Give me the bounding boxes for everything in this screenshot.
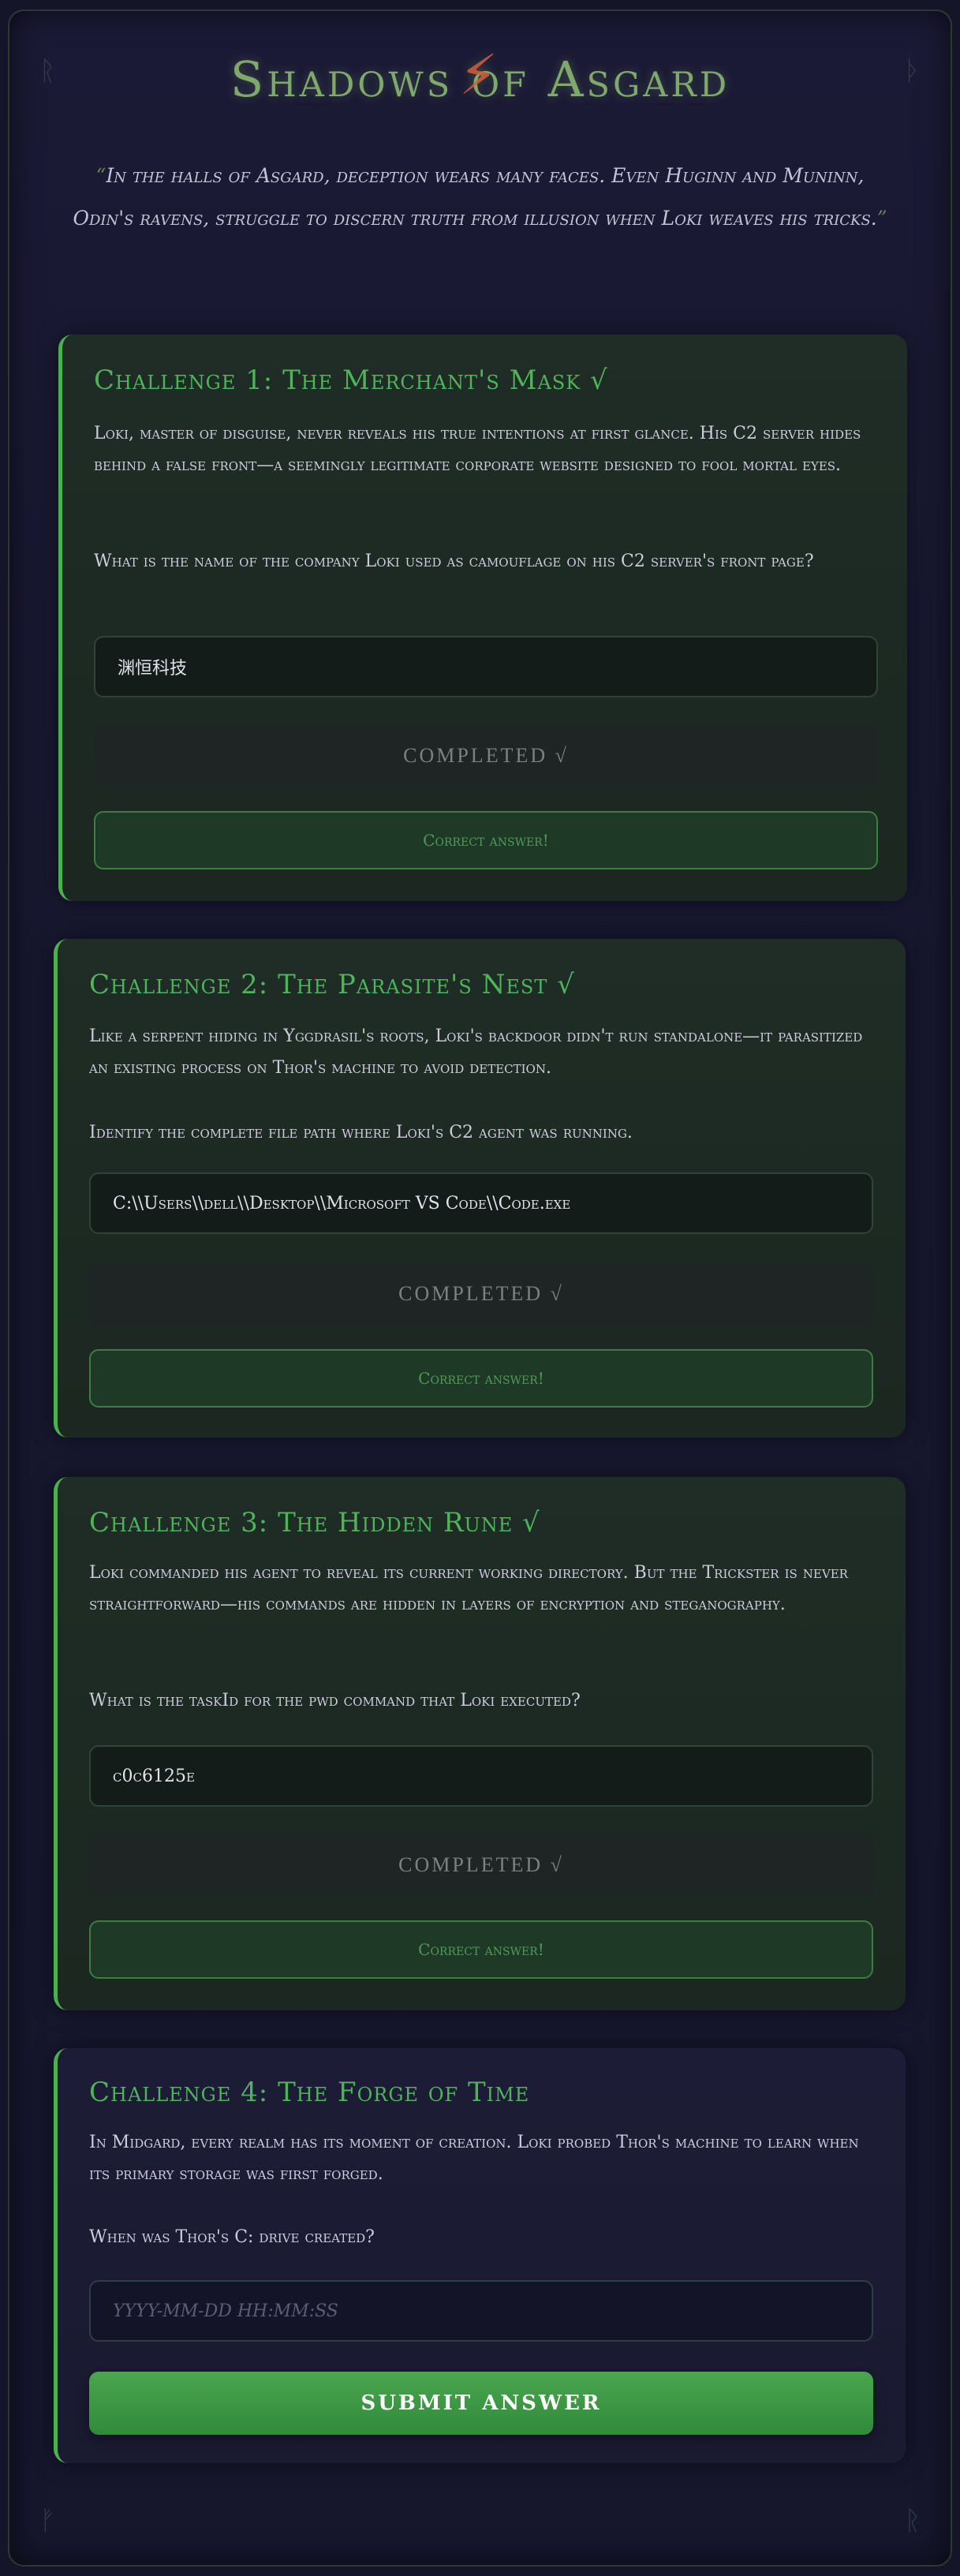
correct-answer-message: Correct answer! [89,1920,873,1979]
answer-field[interactable]: 渊恒科技 [94,636,878,697]
challenge-title: Challenge 3: The Hidden Rune √ [89,1507,540,1538]
rune-icon-bottom-left: ᚠ [39,2505,56,2537]
date-answer-input[interactable]: YYYY-MM-DD HH:MM:SS [89,2280,873,2342]
answer-field[interactable]: c0c6125e [89,1745,873,1807]
correct-answer-message: Correct answer! [94,811,878,869]
challenge-title: Challenge 1: The Merchant's Mask √ [94,365,608,396]
quote-open-mark: “ [95,164,106,187]
challenge-card-3: Challenge 3: The Hidden Rune √ Loki comm… [54,1477,906,2010]
challenge-question: What is the taskId for the pwd command t… [89,1691,581,1710]
completed-button[interactable]: COMPLETED √ [89,1834,873,1897]
challenge-title: Challenge 2: The Parasite's Nest √ [89,969,575,1000]
completed-button[interactable]: COMPLETED √ [89,1262,873,1325]
lightning-bolt-icon: ⚡ [458,43,502,107]
challenge-card-1: Challenge 1: The Merchant's Mask √ Loki,… [58,335,907,901]
challenge-question: What is the name of the company Loki use… [94,551,814,571]
challenge-card-4: Challenge 4: The Forge of Time In Midgar… [54,2048,906,2463]
quote-close-mark: ” [876,207,887,230]
header: ⚡ Shadows of Asgard [0,43,960,108]
challenge-description: Like a serpent hiding in Yggdrasil's roo… [89,1026,863,1078]
challenge-description: In Midgard, every realm has its moment o… [89,2133,859,2184]
correct-answer-message: Correct answer! [89,1349,873,1408]
intro-quote: “In the halls of Asgard, deception wears… [71,155,889,240]
quote-text: In the halls of Asgard, deception wears … [73,164,877,230]
completed-button[interactable]: COMPLETED √ [94,724,878,787]
submit-answer-button[interactable]: SUBMIT ANSWER [89,2372,873,2435]
challenge-description: Loki commanded his agent to reveal its c… [89,1563,848,1614]
challenge-title: Challenge 4: The Forge of Time [89,2077,530,2108]
challenge-card-2: Challenge 2: The Parasite's Nest √ Like … [54,939,906,1438]
challenge-question: Identify the complete file path where Lo… [89,1123,633,1142]
challenge-question: When was Thor's C: drive created? [89,2227,375,2247]
rune-icon-bottom-right: ᚱ [904,2505,921,2537]
answer-field[interactable]: C:\\Users\\dell\\Desktop\\Microsoft VS C… [89,1172,873,1234]
page-title-wrap: ⚡ Shadows of Asgard [230,43,730,108]
challenge-description: Loki, master of disguise, never reveals … [94,424,861,475]
